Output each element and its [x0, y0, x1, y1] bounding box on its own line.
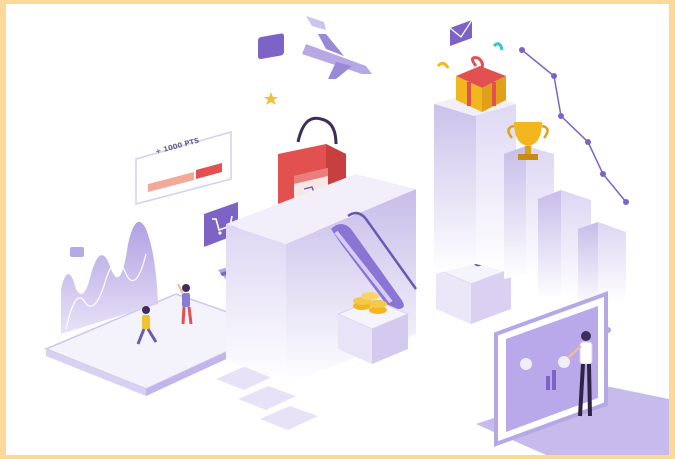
cloud-shape — [306, 16, 326, 30]
mail-icon — [449, 19, 473, 46]
airplane-icon — [302, 16, 372, 79]
points-badge: + 1000 PTS — [135, 131, 232, 205]
isometric-ecommerce-scene: + 1000 PTS — [44, 16, 669, 455]
chat-star-icon — [258, 33, 284, 105]
chart-tag-icon — [70, 247, 84, 257]
right-platform — [476, 291, 669, 455]
illustration-frame: + 1000 PTS — [6, 4, 669, 455]
